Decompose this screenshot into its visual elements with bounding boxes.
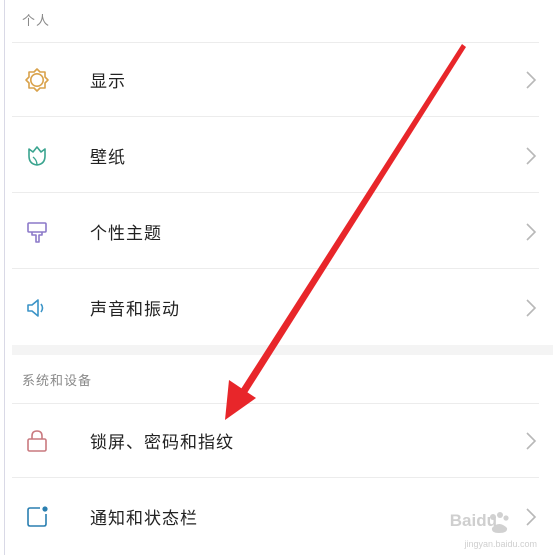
brush-icon (24, 219, 50, 245)
row-divider (12, 192, 539, 193)
chevron-right-icon (525, 431, 537, 451)
notification-icon (24, 504, 50, 530)
speaker-icon (24, 295, 50, 321)
settings-item-label: 声音和振动 (90, 300, 180, 320)
settings-item-wallpaper[interactable]: 壁纸 (12, 118, 553, 193)
settings-screen: 个人 显示 壁纸 个性主题 声音和振动 系统和设备 锁屏、密码和指纹 通知和状态… (0, 0, 553, 555)
section-header-personal: 个人 (22, 14, 51, 29)
row-divider (12, 116, 539, 117)
row-divider (12, 42, 539, 43)
settings-item-display[interactable]: 显示 (12, 42, 553, 117)
settings-item-themes[interactable]: 个性主题 (12, 194, 553, 269)
row-divider (12, 268, 539, 269)
chevron-right-icon (525, 146, 537, 166)
settings-item-label: 壁纸 (90, 148, 126, 168)
section-header-system: 系统和设备 (22, 374, 93, 389)
settings-item-label: 锁屏、密码和指纹 (90, 433, 234, 453)
section-separator (12, 345, 553, 355)
settings-item-lockscreen[interactable]: 锁屏、密码和指纹 (12, 403, 553, 478)
row-divider (12, 403, 539, 404)
chevron-right-icon (525, 298, 537, 318)
frame-edge (4, 0, 5, 555)
chevron-right-icon (525, 70, 537, 90)
row-divider (12, 477, 539, 478)
chevron-right-icon (525, 222, 537, 242)
settings-item-label: 通知和状态栏 (90, 509, 198, 529)
lock-icon (24, 428, 50, 454)
watermark-text: Baidu (449, 511, 497, 530)
settings-item-label: 显示 (90, 72, 126, 92)
sun-icon (24, 67, 50, 93)
watermark-url: jingyan.baidu.com (464, 539, 537, 549)
settings-item-sound[interactable]: 声音和振动 (12, 270, 553, 345)
tulip-icon (24, 143, 50, 169)
settings-item-label: 个性主题 (90, 224, 162, 244)
